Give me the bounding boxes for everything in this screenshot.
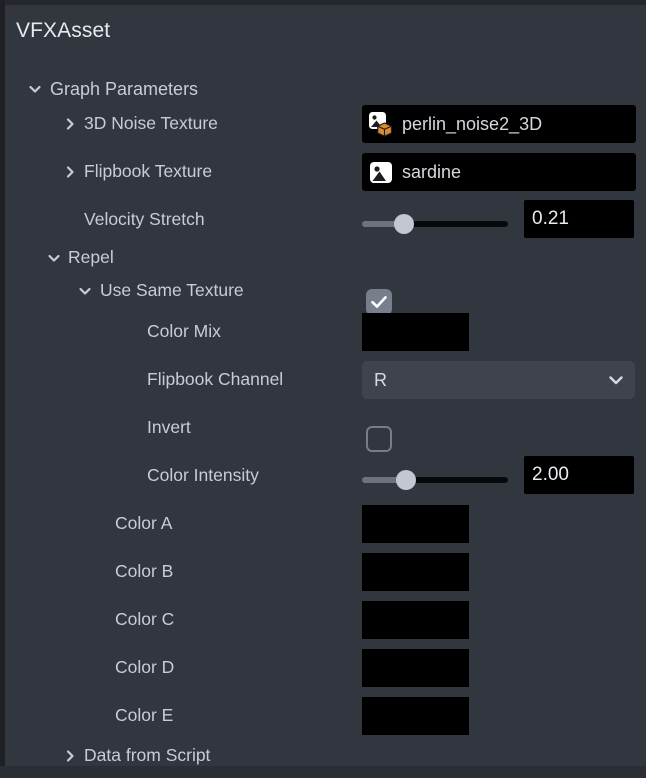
velocity-stretch-value-field[interactable]: 0.21 bbox=[524, 200, 634, 238]
flipbook-channel-dropdown[interactable]: R bbox=[362, 361, 635, 399]
invert-label: Invert bbox=[147, 419, 191, 437]
slider-handle[interactable] bbox=[394, 214, 414, 234]
flipbook-texture-field[interactable]: sardine bbox=[362, 153, 636, 191]
color-c-swatch[interactable] bbox=[362, 601, 469, 639]
color-intensity-label: Color Intensity bbox=[147, 467, 259, 485]
repel-label: Repel bbox=[68, 249, 114, 267]
data-from-script-label: Data from Script bbox=[84, 747, 210, 765]
inspector-panel: VFXAsset Graph Parameters 3D Noise Textu… bbox=[5, 5, 646, 766]
texture3d-icon bbox=[367, 110, 395, 138]
row-flipbook-texture[interactable]: Flipbook Texture sardine bbox=[5, 148, 646, 196]
use-same-texture-label: Use Same Texture bbox=[100, 282, 244, 300]
row-color-b: Color B bbox=[5, 548, 646, 596]
row-flipbook-channel: Flipbook Channel R bbox=[5, 356, 646, 404]
velocity-stretch-value: 0.21 bbox=[532, 208, 569, 230]
slider-track bbox=[404, 221, 508, 227]
row-color-d: Color D bbox=[5, 644, 646, 692]
slider-handle[interactable] bbox=[396, 470, 416, 490]
color-mix-swatch[interactable] bbox=[362, 313, 469, 351]
color-b-swatch[interactable] bbox=[362, 553, 469, 591]
row-color-intensity: Color Intensity 2.00 bbox=[5, 452, 646, 500]
color-e-label: Color E bbox=[115, 707, 173, 725]
row-color-mix: Color Mix bbox=[5, 308, 646, 356]
graph-parameters-label: Graph Parameters bbox=[50, 80, 198, 98]
color-mix-label: Color Mix bbox=[147, 323, 221, 341]
color-a-label: Color A bbox=[115, 515, 172, 533]
slider-track bbox=[404, 477, 508, 483]
inspector-window: VFXAsset Graph Parameters 3D Noise Textu… bbox=[0, 0, 646, 778]
color-a-swatch[interactable] bbox=[362, 505, 469, 543]
chevron-right-icon[interactable] bbox=[63, 749, 77, 763]
invert-checkbox[interactable] bbox=[366, 426, 392, 452]
flipbook-texture-label: Flipbook Texture bbox=[84, 163, 212, 181]
color-b-label: Color B bbox=[115, 563, 173, 581]
chevron-down-icon[interactable] bbox=[78, 284, 92, 298]
color-e-swatch[interactable] bbox=[362, 697, 469, 735]
flipbook-channel-label: Flipbook Channel bbox=[147, 371, 283, 389]
color-d-swatch[interactable] bbox=[362, 649, 469, 687]
3d-noise-texture-value: perlin_noise2_3D bbox=[402, 114, 542, 135]
color-c-label: Color C bbox=[115, 611, 174, 629]
color-d-label: Color D bbox=[115, 659, 174, 677]
row-color-c: Color C bbox=[5, 596, 646, 644]
row-color-a: Color A bbox=[5, 500, 646, 548]
chevron-down-icon[interactable] bbox=[28, 82, 42, 96]
chevron-right-icon[interactable] bbox=[63, 117, 77, 131]
3d-noise-texture-field[interactable]: perlin_noise2_3D bbox=[362, 105, 636, 143]
window-bottom-edge bbox=[0, 766, 646, 778]
page-title: VFXAsset bbox=[16, 19, 110, 43]
flipbook-texture-value: sardine bbox=[402, 162, 461, 183]
chevron-down-icon[interactable] bbox=[607, 371, 625, 389]
color-intensity-value-field[interactable]: 2.00 bbox=[524, 456, 634, 494]
flipbook-channel-value: R bbox=[374, 370, 387, 391]
chevron-down-icon[interactable] bbox=[47, 251, 61, 265]
row-3d-noise-texture[interactable]: 3D Noise Texture perlin_noise2_3D bbox=[5, 100, 646, 148]
color-intensity-slider[interactable] bbox=[362, 461, 508, 499]
color-intensity-value: 2.00 bbox=[532, 464, 569, 486]
3d-noise-texture-label: 3D Noise Texture bbox=[84, 115, 218, 133]
chevron-right-icon[interactable] bbox=[63, 165, 77, 179]
texture2d-icon bbox=[367, 158, 395, 186]
row-invert: Invert bbox=[5, 404, 646, 452]
velocity-stretch-label: Velocity Stretch bbox=[84, 211, 205, 229]
